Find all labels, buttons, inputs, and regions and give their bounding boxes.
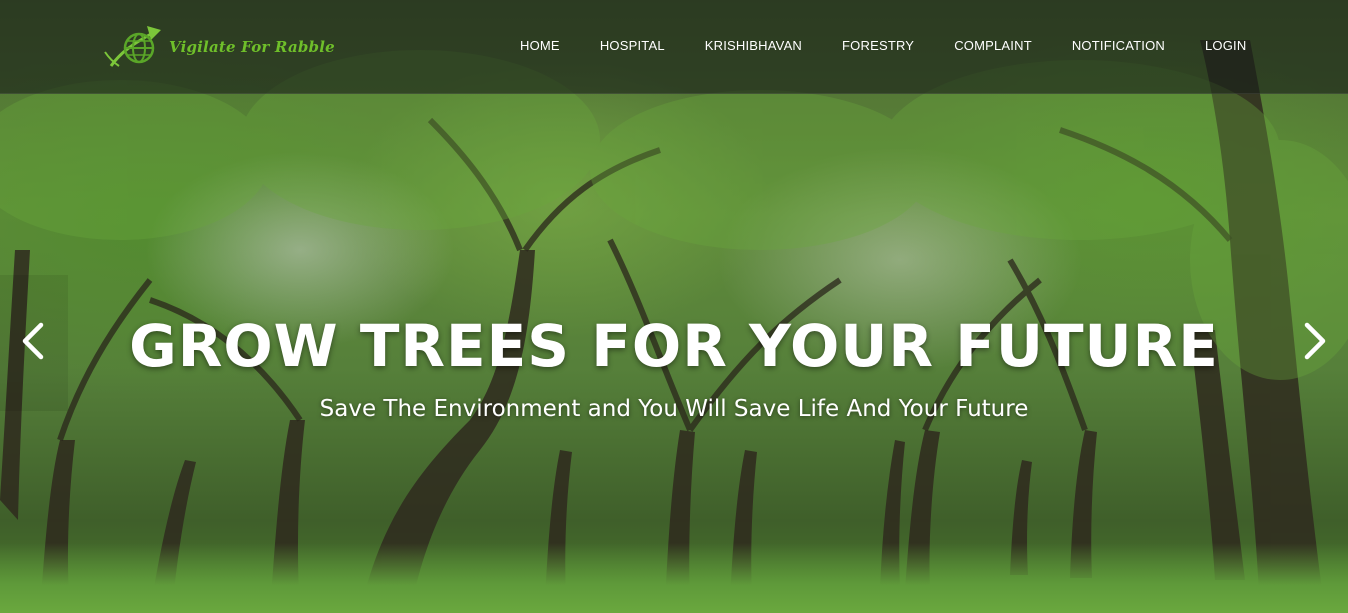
grass-ground (0, 543, 1348, 613)
hero-title: GROW TREES FOR YOUR FUTURE (129, 312, 1219, 380)
brand-logo[interactable]: Vigilate For Rabble (103, 22, 335, 72)
brand-name: Vigilate For Rabble (169, 38, 335, 56)
hero-subtitle: Save The Environment and You Will Save L… (319, 396, 1029, 422)
nav-notification[interactable]: NOTIFICATION (1072, 38, 1165, 53)
nav-krishibhavan[interactable]: KRISHIBHAVAN (705, 38, 802, 53)
nav-forestry[interactable]: FORESTRY (842, 38, 914, 53)
nav-login[interactable]: LOGIN (1205, 38, 1246, 53)
main-nav: HOME HOSPITAL KRISHIBHAVAN FORESTRY COMP… (500, 38, 1266, 53)
hero-carousel: Vigilate For Rabble HOME HOSPITAL KRISHI… (0, 0, 1348, 613)
globe-arrow-logo-icon (103, 22, 167, 72)
nav-complaint[interactable]: COMPLAINT (954, 38, 1032, 53)
nav-home[interactable]: HOME (520, 38, 560, 53)
nav-hospital[interactable]: HOSPITAL (600, 38, 665, 53)
top-navbar: Vigilate For Rabble HOME HOSPITAL KRISHI… (0, 0, 1348, 94)
